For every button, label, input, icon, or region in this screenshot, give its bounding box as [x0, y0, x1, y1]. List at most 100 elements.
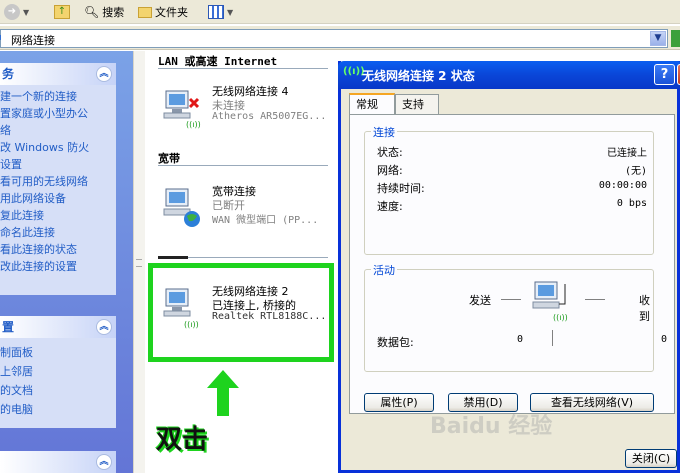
network-folder-icon: ▪: [0, 32, 2, 43]
sent-line: [501, 299, 521, 300]
views-button[interactable]: ▼: [208, 3, 233, 21]
collapse-chevron-icon[interactable]: ︽: [96, 319, 112, 335]
network-tasks-box: 务 ︽ 建一个新的连接 置家庭或小型办公络改 Windows 防火 设置 看可用的无线…: [0, 63, 116, 295]
address-input[interactable]: ▪ 网络连接 ▼: [0, 29, 668, 48]
go-button[interactable]: [671, 30, 680, 47]
connection-device: WAN 微型端口 (PP...: [212, 215, 319, 226]
task-link[interactable]: 置家庭或小型办公: [0, 106, 116, 123]
close-dialog-button[interactable]: 关闭(C): [625, 449, 677, 468]
received-line: [585, 299, 605, 300]
task-link[interactable]: 建一个新的连接: [0, 89, 116, 106]
folders-button[interactable]: 文件夹: [138, 3, 188, 21]
other-places-list: 制面板 上邻居 的文档 的电脑: [0, 338, 116, 420]
task-link[interactable]: 复此连接: [0, 208, 116, 225]
packets-label: 数据包:: [377, 336, 414, 349]
dialog-titlebar[interactable]: ((ı)) 无线网络连接 2 状态 ?: [338, 61, 680, 89]
wireless-icon: ((ı)): [343, 66, 365, 77]
svg-text:((ı)): ((ı)): [553, 313, 568, 322]
search-button[interactable]: 🔍︎ 搜索: [84, 3, 124, 21]
help-button[interactable]: ?: [654, 64, 675, 85]
tab-panel: 连接 状态: 已连接上 网络: (无) 持续时间: 00:00:00 速度: 0…: [349, 114, 675, 414]
tab-general[interactable]: 常规: [349, 93, 395, 115]
packets-sent-value: 0: [517, 334, 524, 345]
highlight-box: [148, 263, 334, 362]
network-tasks-header[interactable]: 务 ︽: [0, 63, 116, 85]
packets-divider: [552, 330, 553, 346]
folders-label: 文件夹: [155, 6, 188, 19]
up-folder-icon: ↑: [54, 5, 70, 19]
connection-wireless-4[interactable]: ((ı)) 无线网络连接 4 未连接 Atheros AR5007EG...: [160, 81, 340, 143]
address-bar: ▪ 网络连接 ▼: [0, 26, 680, 50]
dropdown-arrow-icon[interactable]: ▼: [23, 8, 29, 17]
up-folder-button[interactable]: ↑: [54, 3, 70, 21]
task-pane: 务 ︽ 建一个新的连接 置家庭或小型办公络改 Windows 防火 设置 看可用的无线…: [0, 51, 145, 473]
broadband-globe-icon: [163, 188, 200, 227]
folder-icon: [138, 6, 152, 18]
collapse-chevron-icon[interactable]: ︽: [96, 454, 112, 470]
task-link[interactable]: 改此连接的设置: [0, 259, 116, 276]
wireless-disconnected-icon: ((ı)): [163, 90, 201, 129]
search-label: 搜索: [102, 6, 125, 19]
task-link[interactable]: 设置: [0, 157, 116, 174]
sent-label: 发送: [469, 294, 491, 307]
task-link[interactable]: 用此网络设备: [0, 191, 116, 208]
activity-computer-icon: ((ı)): [532, 281, 568, 322]
bridge-group-bar: [158, 256, 188, 259]
status-key: 状态:: [377, 146, 403, 159]
task-link[interactable]: 看此连接的状态: [0, 242, 116, 259]
toolbar: ➜ ▼ ↑ 🔍︎ 搜索 文件夹 ▼: [0, 0, 680, 24]
views-icon: [208, 5, 224, 19]
search-icon: 🔍︎: [84, 5, 100, 19]
watermark: Baidu 经验: [430, 414, 553, 439]
activity-group: 活动 发送 收到 ((ı)) 数据包: 0 0: [364, 262, 667, 372]
back-forward-group[interactable]: ➜ ▼: [4, 3, 29, 21]
activity-group-label: 活动: [371, 262, 397, 278]
svg-text:((ı)): ((ı)): [186, 120, 201, 129]
place-link[interactable]: 制面板: [0, 344, 116, 363]
group-header-broadband: 宽带: [158, 152, 180, 165]
network-value: (无): [624, 166, 647, 177]
dialog-title: 无线网络连接 2 状态: [362, 69, 475, 83]
task-link[interactable]: 看可用的无线网络: [0, 174, 116, 191]
packets-received-value: 0: [661, 334, 668, 345]
properties-button[interactable]: 属性(P): [364, 393, 434, 412]
other-places-title: 置: [2, 320, 15, 334]
group-divider: [188, 257, 328, 258]
speed-key: 速度:: [377, 200, 403, 213]
connection-group-label: 连接: [371, 124, 397, 140]
tab-support[interactable]: 支持: [395, 94, 439, 115]
connection-device: Atheros AR5007EG...: [212, 111, 327, 122]
duration-key: 持续时间:: [377, 182, 425, 195]
received-label: 收到: [639, 294, 650, 323]
collapse-chevron-icon[interactable]: ︽: [96, 66, 112, 82]
place-link[interactable]: 的电脑: [0, 401, 116, 420]
place-link[interactable]: 的文档: [0, 382, 116, 401]
dropdown-arrow-icon[interactable]: ▼: [227, 8, 233, 17]
group-divider: [158, 165, 328, 166]
task-link[interactable]: 络: [0, 123, 116, 140]
duration-value: 00:00:00: [598, 180, 647, 191]
place-link[interactable]: 上邻居: [0, 363, 116, 382]
double-click-label: 双击: [156, 425, 209, 455]
network-tasks-list: 建一个新的连接 置家庭或小型办公络改 Windows 防火 设置 看可用的无线网络 用此…: [0, 85, 116, 276]
connection-group: 连接 状态: 已连接上 网络: (无) 持续时间: 00:00:00 速度: 0…: [364, 124, 654, 255]
task-link[interactable]: 改 Windows 防火: [0, 140, 116, 157]
other-places-box: 置 ︽ 制面板 上邻居 的文档 的电脑: [0, 316, 116, 428]
group-header-lan: LAN 或高速 Internet: [158, 55, 278, 68]
pane-scrollbar[interactable]: [133, 51, 145, 473]
network-key: 网络:: [377, 164, 403, 177]
speed-value: 0 bps: [616, 198, 647, 209]
details-header[interactable]: ︽: [0, 451, 116, 473]
address-value: 网络连接: [11, 34, 55, 47]
task-link[interactable]: 命名此连接: [0, 225, 116, 242]
details-box: ︽: [0, 451, 116, 473]
arrow-up-icon: [207, 370, 239, 416]
network-tasks-title: 务: [2, 67, 15, 81]
scrollbar-grip[interactable]: [136, 259, 142, 267]
connection-broadband[interactable]: 宽带连接 已断开 WAN 微型端口 (PP...: [160, 181, 340, 243]
status-value: 已连接上: [607, 148, 647, 159]
forward-icon[interactable]: ➜: [4, 4, 20, 20]
other-places-header[interactable]: 置 ︽: [0, 316, 116, 338]
address-dropdown-icon[interactable]: ▼: [650, 31, 666, 46]
group-divider: [158, 68, 328, 69]
